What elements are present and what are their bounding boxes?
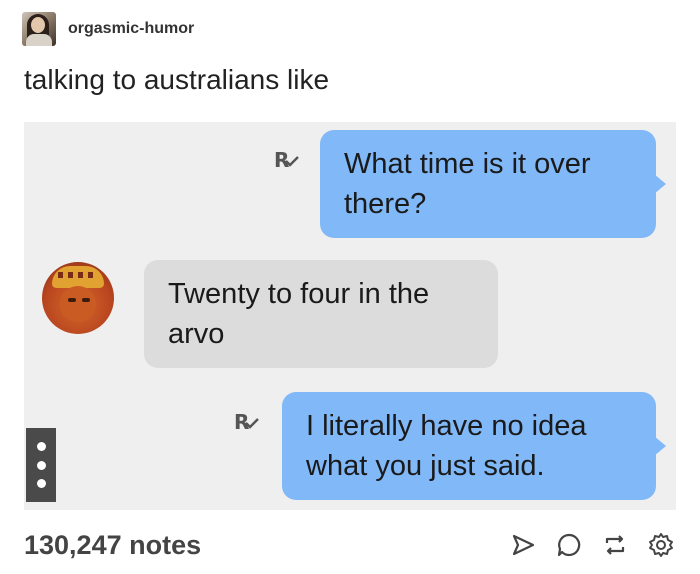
notes-count[interactable]: 130,247 notes — [24, 530, 201, 561]
message-text: Twenty to four in the arvo — [168, 278, 430, 350]
reply-icon[interactable] — [556, 532, 582, 558]
sent-message-bubble: What time is it over there? — [320, 130, 666, 238]
received-message-bubble: Twenty to four in the arvo — [144, 260, 498, 368]
read-receipt-icon: R — [274, 148, 300, 172]
user-avatar[interactable] — [22, 12, 56, 46]
post-header: orgasmic-humor — [22, 10, 194, 48]
post-actions — [510, 532, 674, 558]
message-text: What time is it over there? — [344, 148, 591, 220]
post-title: talking to australians like — [24, 64, 330, 95]
read-receipt-icon: R — [234, 410, 260, 434]
settings-icon[interactable] — [648, 532, 674, 558]
sent-message-bubble: I literally have no idea what you just s… — [282, 392, 666, 500]
chat-screenshot: R What time is it over there? Twenty to … — [24, 122, 676, 510]
message-text: I literally have no idea what you just s… — [306, 410, 587, 482]
username[interactable]: orgasmic-humor — [68, 20, 194, 38]
contact-avatar — [42, 262, 114, 334]
reblog-icon[interactable] — [602, 532, 628, 558]
share-icon[interactable] — [510, 532, 536, 558]
more-options-button[interactable] — [26, 428, 56, 502]
